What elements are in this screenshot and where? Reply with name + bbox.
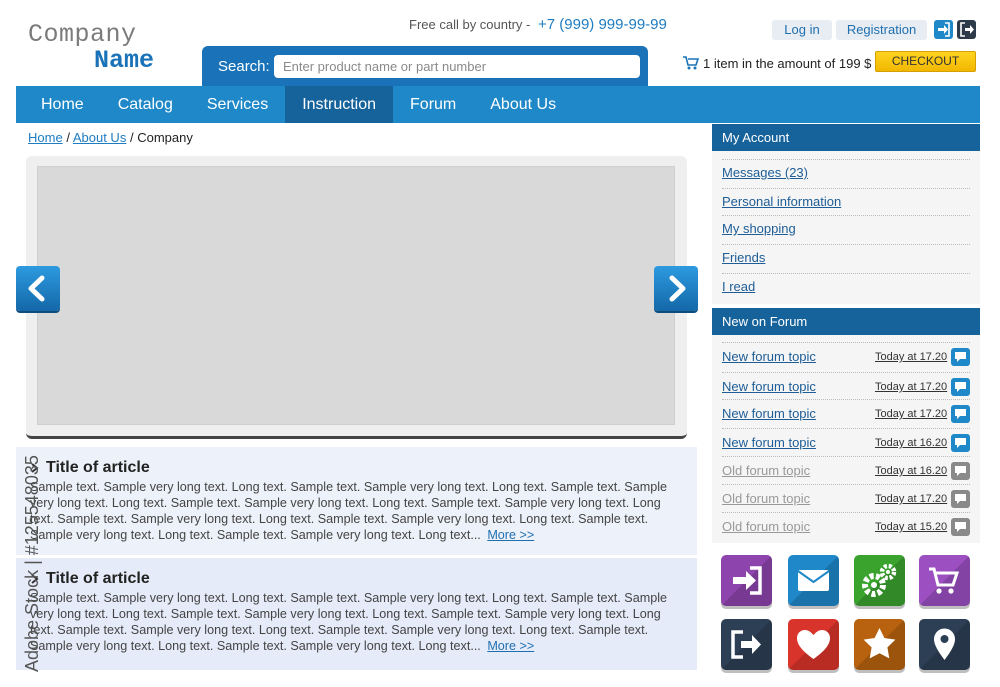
article-text: Sample text. Sample very long text. Long… <box>30 479 683 543</box>
forum-topic-link[interactable]: New forum topic <box>722 349 816 364</box>
breadcrumb-separator: / <box>66 130 70 145</box>
forum-row[interactable]: New forum topic Today at 17.20 <box>722 372 970 400</box>
forum-row[interactable]: Old forum topic Today at 17.20 <box>722 484 970 512</box>
logo-line-1: Company <box>28 20 137 49</box>
breadcrumb-home[interactable]: Home <box>28 130 63 145</box>
forum-time: Today at 15.20 <box>875 521 948 533</box>
main-nav: Home Catalog Services Instruction Forum … <box>16 86 980 123</box>
nav-item-instruction[interactable]: Instruction <box>285 86 394 123</box>
comment-icon[interactable] <box>951 348 970 366</box>
forum-panel-title: New on Forum <box>712 308 980 335</box>
heart-tile-icon[interactable] <box>788 619 839 670</box>
article-card: Title of article Sample text. Sample ver… <box>16 558 697 670</box>
account-read-link[interactable]: I read <box>722 273 970 302</box>
comment-icon[interactable] <box>951 405 970 423</box>
account-panel: Messages (23) Personal information My sh… <box>712 151 980 304</box>
forum-time: Today at 16.20 <box>875 465 948 477</box>
article-body: Sample text. Sample very long text. Long… <box>30 591 668 653</box>
nav-item-catalog[interactable]: Catalog <box>101 86 190 123</box>
cart-tile-icon[interactable] <box>919 555 970 606</box>
search-label: Search: <box>218 58 270 75</box>
search-bar: Search: <box>202 46 648 86</box>
nav-item-forum[interactable]: Forum <box>393 86 473 123</box>
account-messages-link[interactable]: Messages (23) <box>722 159 970 188</box>
forum-time: Today at 17.20 <box>875 381 948 393</box>
forum-row[interactable]: Old forum topic Today at 15.20 <box>722 512 970 540</box>
account-personal-info-link[interactable]: Personal information <box>722 188 970 217</box>
nav-item-home[interactable]: Home <box>16 86 101 123</box>
chevron-left-icon <box>28 275 45 302</box>
chevron-right-icon <box>669 275 686 302</box>
location-tile-icon[interactable] <box>919 619 970 670</box>
cart-text: 1 item in the amount of 199 $ <box>703 55 872 71</box>
article-title[interactable]: Title of article <box>30 570 683 588</box>
comment-icon[interactable] <box>951 518 970 536</box>
forum-row[interactable]: New forum topic Today at 17.20 <box>722 342 970 370</box>
cart-summary[interactable]: 1 item in the amount of 199 $ <box>683 55 871 71</box>
forum-row[interactable]: Old forum topic Today at 16.20 <box>722 456 970 484</box>
article-body: Sample text. Sample very long text. Long… <box>30 480 668 542</box>
more-link[interactable]: More >> <box>487 639 534 653</box>
forum-time: Today at 17.20 <box>875 408 948 420</box>
article-text: Sample text. Sample very long text. Long… <box>30 590 683 654</box>
image-slider <box>26 156 687 439</box>
forum-time: Today at 17.20 <box>875 351 948 363</box>
account-friends-link[interactable]: Friends <box>722 244 970 273</box>
breadcrumb-about[interactable]: About Us <box>73 130 126 145</box>
account-panel-title: My Account <box>712 124 980 151</box>
comment-icon[interactable] <box>951 378 970 396</box>
stock-watermark: Adobe Stock | #125548035 <box>0 452 42 682</box>
nav-item-services[interactable]: Services <box>190 86 285 123</box>
forum-topic-link[interactable]: New forum topic <box>722 435 816 450</box>
forum-topic-link[interactable]: New forum topic <box>722 406 816 421</box>
checkout-button[interactable]: CHECKOUT <box>875 51 976 72</box>
article-card: Title of article Sample text. Sample ver… <box>16 447 697 555</box>
account-shopping-link[interactable]: My shopping <box>722 215 970 244</box>
nav-item-about[interactable]: About Us <box>473 86 573 123</box>
forum-row[interactable]: New forum topic Today at 17.20 <box>722 399 970 427</box>
forum-panel: New forum topic Today at 17.20 New forum t… <box>712 335 980 543</box>
company-logo[interactable]: Company Name <box>28 22 154 74</box>
phone-info: Free call by country - +7 (999) 999-99-9… <box>409 16 667 33</box>
login-icon[interactable] <box>934 20 953 39</box>
logout-icon[interactable] <box>957 20 976 39</box>
forum-row[interactable]: New forum topic Today at 16.20 <box>722 428 970 456</box>
logout-tile-icon[interactable] <box>721 619 772 670</box>
forum-time: Today at 16.20 <box>875 437 948 449</box>
phone-label: Free call by country - <box>409 17 531 32</box>
phone-number[interactable]: +7 (999) 999-99-99 <box>538 16 667 33</box>
mail-tile-icon[interactable] <box>788 555 839 606</box>
article-title-text: Title of article <box>46 570 150 587</box>
registration-button[interactable]: Registration <box>836 20 927 40</box>
more-link[interactable]: More >> <box>487 528 534 542</box>
comment-icon[interactable] <box>951 490 970 508</box>
forum-topic-link[interactable]: Old forum topic <box>722 491 810 506</box>
search-input[interactable] <box>274 55 640 78</box>
slider-prev-button[interactable] <box>16 266 60 311</box>
slider-next-button[interactable] <box>654 266 698 311</box>
article-title[interactable]: Title of article <box>30 459 683 477</box>
forum-topic-link[interactable]: New forum topic <box>722 379 816 394</box>
settings-tile-icon[interactable] <box>854 555 905 606</box>
breadcrumb-separator: / <box>129 130 134 145</box>
forum-time: Today at 17.20 <box>875 493 948 505</box>
slider-image-placeholder <box>37 166 675 425</box>
breadcrumb-current: Company <box>137 130 193 145</box>
forum-topic-link[interactable]: Old forum topic <box>722 519 810 534</box>
comment-icon[interactable] <box>951 434 970 452</box>
star-tile-icon[interactable] <box>854 619 905 670</box>
article-title-text: Title of article <box>46 459 150 476</box>
cart-icon <box>683 56 699 70</box>
login-tile-icon[interactable] <box>721 555 772 606</box>
comment-icon[interactable] <box>951 462 970 480</box>
logo-line-2: Name <box>94 46 155 75</box>
watermark-text: Adobe Stock | #125548035 <box>22 455 42 672</box>
forum-topic-link[interactable]: Old forum topic <box>722 463 810 478</box>
login-button[interactable]: Log in <box>772 20 832 40</box>
breadcrumb: Home / About Us / Company <box>28 130 193 145</box>
